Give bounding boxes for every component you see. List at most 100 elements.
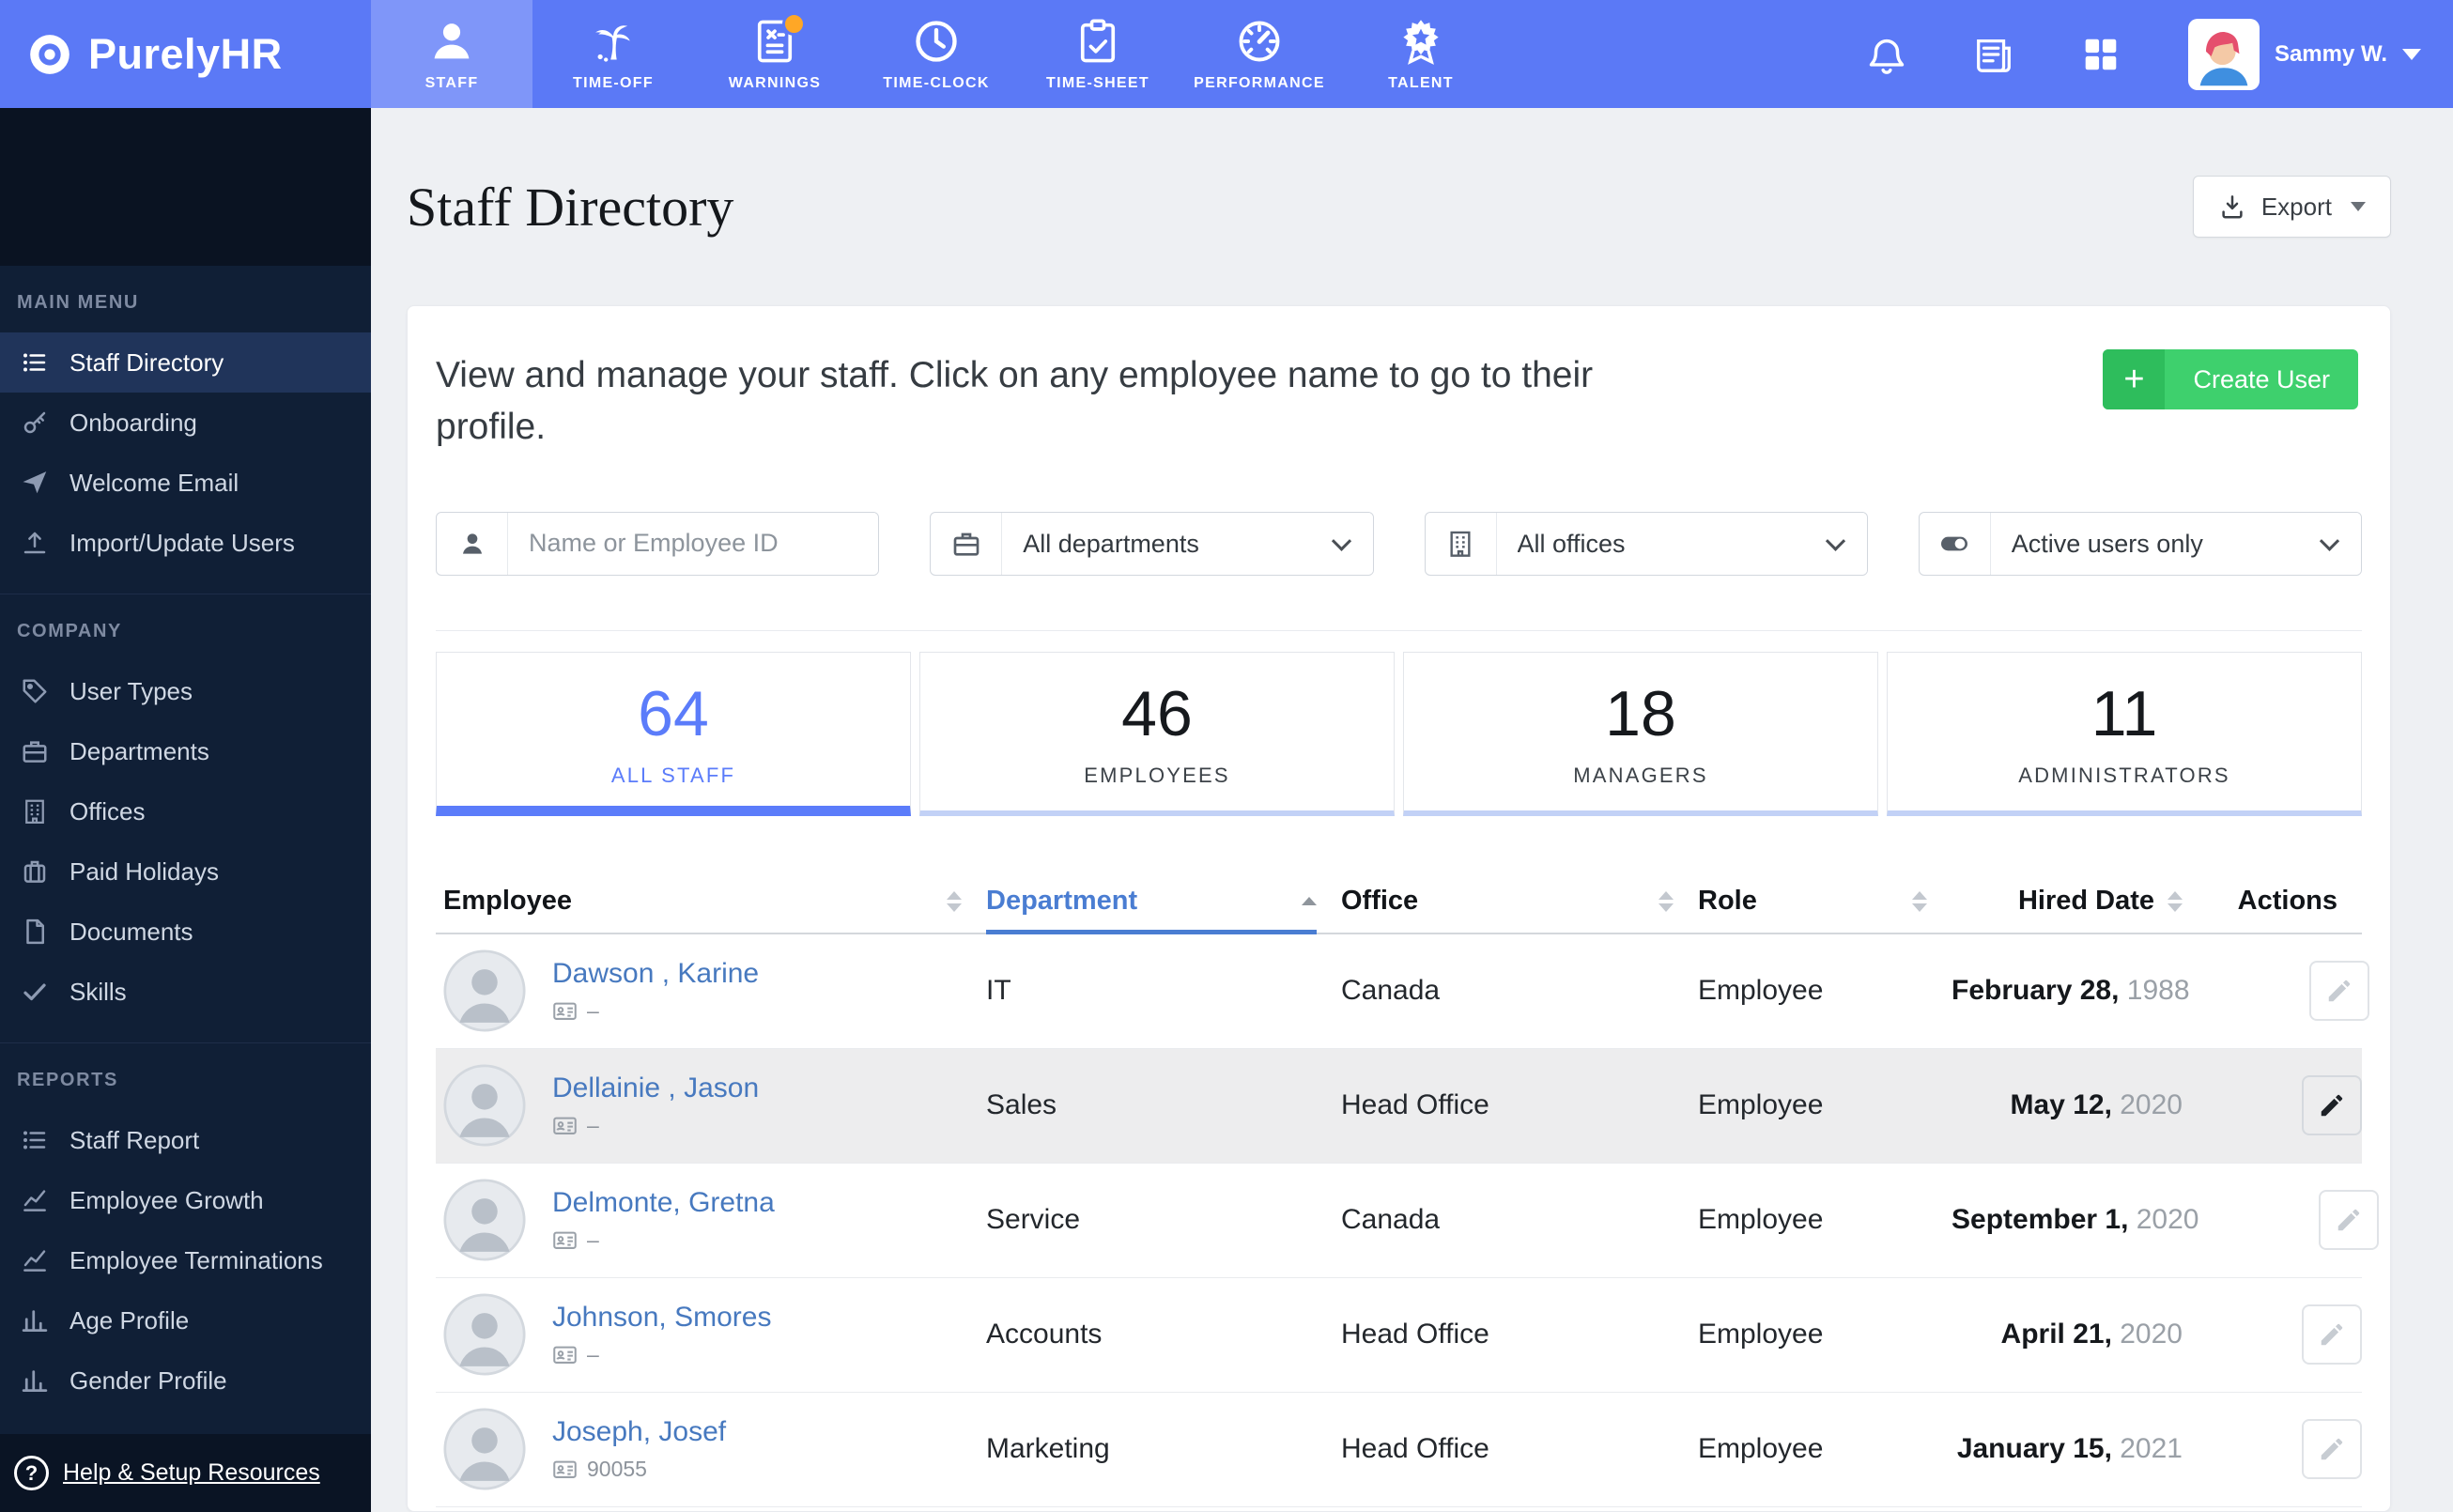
sidebar-item-staff-report[interactable]: Staff Report — [0, 1110, 371, 1170]
document-icon — [21, 918, 49, 946]
staff-directory-card: View and manage your staff. Click on any… — [407, 305, 2391, 1512]
sidebar-item-label: Offices — [69, 796, 146, 825]
pencil-icon — [2325, 977, 2353, 1005]
sort-icon[interactable] — [947, 890, 962, 912]
all-departments-select[interactable]: All departments — [1002, 512, 1373, 575]
sidebar-sections: MAIN MENU Staff Directory Onboarding Wel… — [0, 266, 371, 1431]
sidebar-item-departments[interactable]: Departments — [0, 721, 371, 781]
nav-tab-time-off[interactable]: TIME-OFF — [532, 0, 694, 108]
search-input[interactable] — [508, 512, 879, 575]
stat-employees[interactable]: 46 EMPLOYEES — [919, 651, 1395, 816]
hired-date-cell: February 28, 1988 — [1952, 975, 2190, 1007]
stat-managers[interactable]: 18 MANAGERS — [1403, 651, 1878, 816]
filter-group-2: All offices — [1424, 511, 1868, 576]
table-row[interactable]: Joseph, Josef 90055 Marketing Head Offic… — [436, 1393, 2362, 1507]
nav-tab-talent[interactable]: TALENT — [1340, 0, 1502, 108]
user-menu[interactable]: Sammy W. — [2187, 18, 2421, 90]
column-header-label: Role — [1698, 886, 1757, 917]
edit-button[interactable] — [2308, 961, 2369, 1022]
column-header-office[interactable]: Office — [1341, 871, 1698, 933]
employee-name-link[interactable]: Joseph, Josef — [552, 1416, 726, 1448]
sort-icon[interactable] — [1658, 890, 1674, 912]
column-header-actions[interactable]: Actions — [2207, 871, 2362, 933]
newspaper-icon[interactable] — [1972, 33, 2015, 76]
sort-icon[interactable] — [2168, 890, 2183, 912]
warning-document-icon — [750, 11, 806, 66]
edit-button[interactable] — [2318, 1190, 2379, 1251]
sidebar-item-welcome-email[interactable]: Welcome Email — [0, 453, 371, 513]
top-navbar: PurelyHR STAFF TIME-OFF WARNINGS TIME-CL… — [0, 0, 2453, 108]
hired-date-cell: May 12, 2020 — [2010, 1089, 2183, 1121]
bar-chart-icon — [21, 1306, 49, 1335]
pencil-icon — [2318, 1320, 2346, 1349]
stat-label: MANAGERS — [1573, 763, 1708, 787]
nav-tab-performance[interactable]: PERFORMANCE — [1179, 0, 1340, 108]
role-cell: Employee — [1698, 1089, 1824, 1121]
sidebar-item-employee-terminations[interactable]: Employee Terminations — [0, 1230, 371, 1290]
active-users-only-select[interactable]: Active users only — [1990, 512, 2361, 575]
sidebar-item-gender-profile[interactable]: Gender Profile — [0, 1350, 371, 1411]
sidebar-item-staff-directory[interactable]: Staff Directory — [0, 332, 371, 393]
navbar-tools — [1865, 33, 2122, 76]
create-user-button[interactable]: + Create User — [2103, 349, 2358, 409]
nav-tab-time-clock[interactable]: TIME-CLOCK — [856, 0, 1017, 108]
export-button[interactable]: Export — [2192, 176, 2391, 238]
nav-tab-staff[interactable]: STAFF — [371, 0, 532, 108]
clipboard-check-icon — [1073, 17, 1122, 66]
edit-button[interactable] — [2302, 1419, 2362, 1480]
sidebar-item-employee-growth[interactable]: Employee Growth — [0, 1170, 371, 1230]
sort-icon[interactable] — [1912, 890, 1927, 912]
help-link[interactable]: ? Help & Setup Resources — [0, 1434, 371, 1512]
sort-asc-icon[interactable] — [1302, 897, 1317, 906]
stat-administrators[interactable]: 11 ADMINISTRATORS — [1887, 651, 2362, 816]
employee-id: – — [587, 1113, 599, 1138]
column-header-hired-date[interactable]: Hired Date — [1952, 871, 2207, 933]
sidebar-item-documents[interactable]: Documents — [0, 902, 371, 962]
employee-name-link[interactable]: Dawson , Karine — [552, 958, 759, 990]
nav-tab-warnings[interactable]: WARNINGS — [694, 0, 856, 108]
sidebar-item-offices[interactable]: Offices — [0, 781, 371, 841]
sidebar-section-reports: REPORTS Staff Report Employee Growth Emp… — [0, 1042, 371, 1431]
employee-id: 90055 — [587, 1457, 647, 1482]
sidebar-item-import-update-users[interactable]: Import/Update Users — [0, 513, 371, 573]
checkmark-icon — [21, 978, 49, 1006]
palm-tree-icon — [589, 17, 638, 66]
page-title: Staff Directory — [407, 176, 734, 238]
bell-icon[interactable] — [1865, 33, 1908, 76]
column-header-role[interactable]: Role — [1698, 871, 1952, 933]
all-offices-select[interactable]: All offices — [1496, 512, 1867, 575]
column-header-label: Department — [986, 886, 1138, 917]
stat-all-staff[interactable]: 64 ALL STAFF — [436, 651, 911, 816]
divider — [436, 629, 2362, 631]
filter-bar: All departments All offices Active users… — [436, 511, 2362, 576]
sidebar-item-onboarding[interactable]: Onboarding — [0, 393, 371, 453]
filter-group-3: Active users only — [1918, 511, 2362, 576]
sidebar-item-skills[interactable]: Skills — [0, 962, 371, 1022]
column-header-employee[interactable]: Employee — [436, 871, 986, 933]
briefcase-icon — [21, 737, 49, 765]
table-row[interactable]: Dellainie , Jason – Sales Head Office Em… — [436, 1048, 2362, 1164]
edit-button[interactable] — [2302, 1304, 2362, 1365]
sidebar-item-age-profile[interactable]: Age Profile — [0, 1290, 371, 1350]
table-row[interactable]: Johnson, Smores – Accounts Head Office E… — [436, 1278, 2362, 1393]
employee-name-link[interactable]: Johnson, Smores — [552, 1302, 771, 1334]
office-cell: Canada — [1341, 1204, 1441, 1236]
column-header-department[interactable]: Department — [986, 871, 1341, 934]
sidebar-item-label: Departments — [69, 736, 209, 765]
nav-tab-time-sheet[interactable]: TIME-SHEET — [1017, 0, 1179, 108]
purelyhr-logo[interactable]: PurelyHR — [0, 0, 371, 108]
edit-button[interactable] — [2302, 1075, 2362, 1136]
grid-icon[interactable] — [2079, 33, 2122, 76]
employee-name-link[interactable]: Delmonte, Gretna — [552, 1187, 775, 1219]
stats-row: 64 ALL STAFF 46 EMPLOYEES 18 MANAGERS 11… — [436, 651, 2362, 816]
sidebar-item-user-types[interactable]: User Types — [0, 661, 371, 721]
chevron-down-icon — [2402, 48, 2421, 60]
intro-text: View and manage your staff. Click on any… — [436, 355, 1594, 448]
sidebar-item-paid-holidays[interactable]: Paid Holidays — [0, 841, 371, 902]
employee-name-link[interactable]: Dellainie , Jason — [552, 1072, 759, 1104]
table-row[interactable]: Dawson , Karine – IT Canada Employee Feb… — [436, 934, 2369, 1049]
stat-label: EMPLOYEES — [1084, 763, 1230, 787]
table-row[interactable]: Delmonte, Gretna – Service Canada Employ… — [436, 1164, 2379, 1278]
staff-table: Employee Department Office Role Hired Da… — [436, 871, 2379, 1507]
main-content: Staff Directory Export View and manage y… — [371, 108, 2453, 1512]
